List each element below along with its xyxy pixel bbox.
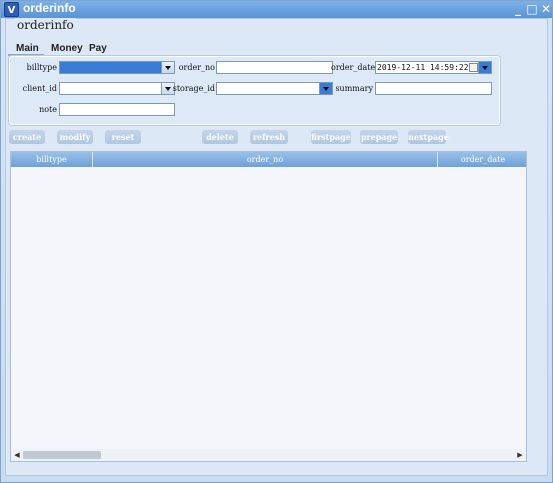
- billtype-label: billtype: [26, 63, 57, 72]
- window: V orderinfo _ □ ✕ orderinfo Main Money P…: [0, 0, 553, 483]
- note-label: note: [39, 105, 57, 114]
- prepage-button[interactable]: prepage: [360, 130, 398, 144]
- client-id-select[interactable]: [59, 82, 175, 95]
- column-header-billtype[interactable]: billtype: [11, 152, 93, 167]
- column-header-order-date[interactable]: order_date: [438, 152, 526, 167]
- note-input[interactable]: [59, 103, 175, 116]
- refresh-button[interactable]: refresh: [250, 130, 288, 144]
- storage-id-label: storage_id: [172, 84, 215, 93]
- billtype-select[interactable]: [59, 61, 175, 74]
- data-grid[interactable]: billtype order_no order_date ◀ ▶: [10, 151, 527, 462]
- scrollbar-thumb[interactable]: [23, 451, 101, 459]
- delete-button[interactable]: delete: [202, 130, 238, 144]
- reset-button[interactable]: reset: [105, 130, 141, 144]
- order-no-label: order_no: [178, 63, 215, 72]
- maximize-button[interactable]: □: [525, 2, 539, 16]
- app-logo-icon: V: [4, 2, 19, 17]
- scroll-left-icon[interactable]: ◀: [11, 449, 23, 461]
- nextpage-button[interactable]: nextpage: [408, 130, 449, 144]
- modify-button[interactable]: modify: [57, 130, 93, 144]
- tab-pay[interactable]: Pay: [89, 43, 107, 54]
- summary-input[interactable]: [375, 82, 492, 95]
- tab-money[interactable]: Money: [51, 43, 83, 54]
- chevron-down-icon[interactable]: [478, 62, 491, 73]
- create-button[interactable]: create: [9, 130, 45, 144]
- calendar-icon[interactable]: [469, 63, 478, 72]
- client-id-label: client_id: [22, 84, 57, 93]
- storage-id-select[interactable]: [216, 82, 333, 95]
- close-button[interactable]: ✕: [539, 2, 553, 16]
- scroll-right-icon[interactable]: ▶: [514, 449, 526, 461]
- title-bar[interactable]: V orderinfo _ □ ✕: [1, 1, 552, 18]
- horizontal-scrollbar[interactable]: ◀ ▶: [11, 449, 526, 461]
- grid-header: billtype order_no order_date: [11, 152, 526, 167]
- order-date-picker[interactable]: 2019-12-11 14:59:22: [375, 61, 492, 74]
- column-header-order-no[interactable]: order_no: [93, 152, 438, 167]
- order-date-label: order_date: [331, 63, 376, 72]
- order-date-value: 2019-12-11 14:59:22: [377, 63, 469, 72]
- window-title: orderinfo: [23, 1, 76, 15]
- summary-label: summary: [335, 84, 373, 93]
- minimize-button[interactable]: _: [511, 2, 525, 16]
- order-no-input[interactable]: [216, 61, 333, 74]
- firstpage-button[interactable]: firstpage: [311, 130, 351, 144]
- group-title: orderinfo: [15, 18, 76, 32]
- tab-main[interactable]: Main: [16, 43, 39, 54]
